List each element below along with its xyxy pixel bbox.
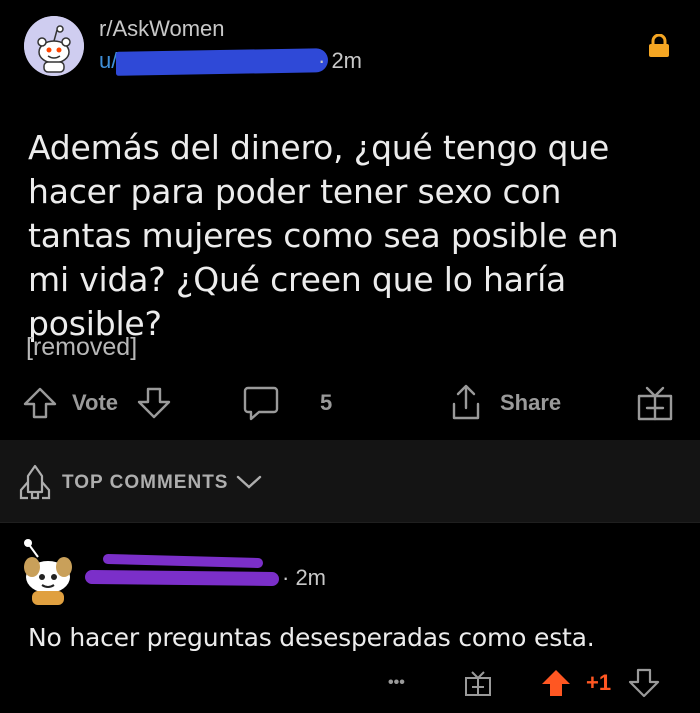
commenter-redaction xyxy=(85,554,279,586)
upvote-arrow-icon xyxy=(542,670,570,696)
comment-count: 5 xyxy=(320,390,333,415)
downvote-arrow-icon xyxy=(137,387,171,419)
comment-upvote-button[interactable] xyxy=(540,663,572,703)
more-options-button[interactable]: ••• xyxy=(388,663,405,703)
commenter-avatar-icon[interactable] xyxy=(16,537,76,607)
post: r/AskWomen u/ · 2m Además del dinero, ¿q… xyxy=(0,0,700,440)
gift-icon xyxy=(465,671,491,696)
downvote-button[interactable] xyxy=(136,380,172,426)
subreddit-name[interactable]: r/AskWomen xyxy=(99,16,225,42)
rocket-sort-icon xyxy=(19,464,51,500)
comment-timestamp: · 2m xyxy=(282,565,326,590)
comment-action-bar: ••• +1 xyxy=(0,663,700,703)
comment-award-button[interactable] xyxy=(464,663,492,703)
post-title[interactable]: Además del dinero, ¿qué tengo que hacer … xyxy=(28,126,668,346)
comment-sort-bar[interactable]: TOP COMMENTS xyxy=(0,440,700,522)
chevron-down-icon xyxy=(236,475,262,489)
award-button[interactable] xyxy=(636,380,674,426)
author-redaction xyxy=(116,48,328,76)
post-body: [removed] xyxy=(26,333,138,361)
vote-label: Vote xyxy=(72,390,119,415)
post-author[interactable]: u/ xyxy=(99,48,117,74)
comment-body[interactable]: No hacer preguntas desesperadas como est… xyxy=(28,623,595,652)
upvote-arrow-icon xyxy=(23,387,57,419)
comments-button[interactable] xyxy=(242,380,280,426)
share-label: Share xyxy=(500,390,562,415)
comment-downvote-button[interactable] xyxy=(628,663,660,703)
comment-bubble-icon xyxy=(243,386,279,421)
downvote-arrow-icon xyxy=(628,668,660,698)
share-icon xyxy=(452,384,480,420)
comment: · 2m No hacer preguntas desesperadas com… xyxy=(0,522,700,713)
upvote-button[interactable] xyxy=(22,380,58,426)
subreddit-avatar-icon[interactable] xyxy=(24,16,84,76)
gift-icon xyxy=(637,386,673,421)
lock-icon xyxy=(648,33,670,58)
share-button[interactable] xyxy=(446,380,486,426)
post-timestamp: · 2m xyxy=(318,48,362,73)
post-action-bar: Vote 5 Share xyxy=(0,380,700,426)
comment-score: +1 xyxy=(586,670,612,695)
sort-label: TOP COMMENTS xyxy=(62,472,229,493)
